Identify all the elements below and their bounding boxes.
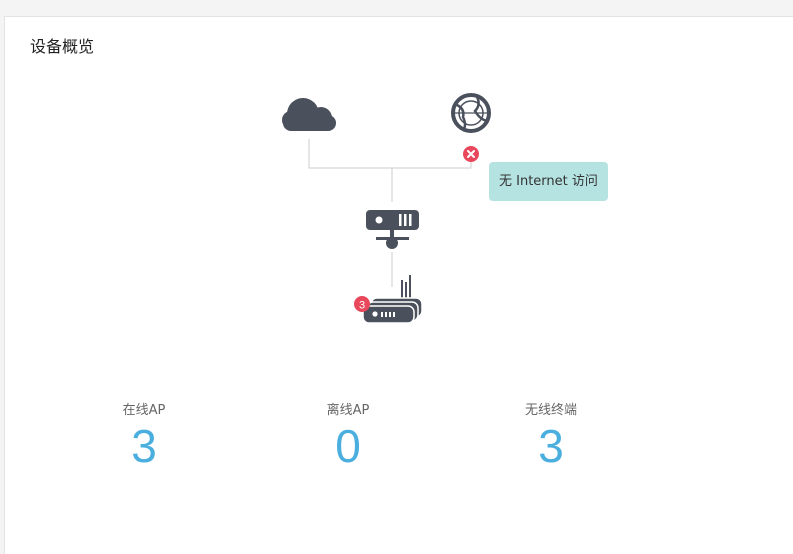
stat-value[interactable]: 3 bbox=[64, 420, 224, 472]
stat-label: 离线AP bbox=[326, 403, 370, 418]
stat-online-ap[interactable]: 在线AP 3 bbox=[64, 399, 224, 472]
stat-label: 在线AP bbox=[122, 403, 166, 418]
gateway-icon[interactable] bbox=[366, 210, 419, 249]
globe-icon[interactable] bbox=[451, 93, 491, 133]
network-topology: 3 无 Internet 访问 bbox=[5, 17, 793, 357]
internet-status-tooltip: 无 Internet 访问 bbox=[489, 162, 608, 201]
ap-count-badge-text: 3 bbox=[359, 300, 365, 312]
stat-wireless-clients[interactable]: 无线终端 3 bbox=[471, 399, 631, 472]
error-x-icon bbox=[463, 146, 479, 162]
stat-label: 无线终端 bbox=[524, 403, 577, 418]
stat-value[interactable]: 3 bbox=[471, 420, 631, 472]
topology-canvas: 3 bbox=[282, 93, 491, 324]
device-overview-panel: 设备概览 3 无 Internet 访问 在线AP 3 离线AP 0 无线终端 … bbox=[4, 16, 793, 554]
ap-count-badge: 3 bbox=[354, 296, 370, 312]
stat-offline-ap[interactable]: 离线AP 0 bbox=[268, 399, 428, 472]
stat-value[interactable]: 0 bbox=[268, 420, 428, 472]
cloud-icon[interactable] bbox=[282, 98, 336, 131]
link-cloud-internet bbox=[308, 139, 472, 169]
